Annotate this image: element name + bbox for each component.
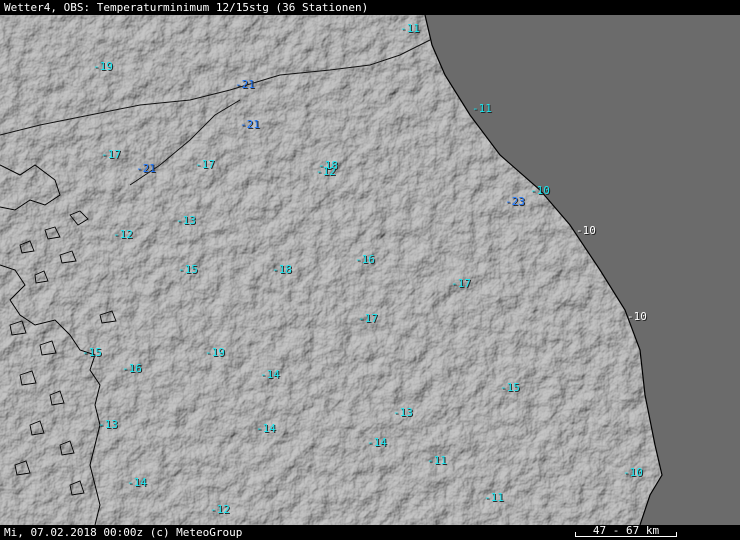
station-value: -17: [195, 158, 215, 171]
station-value: -12: [210, 503, 230, 516]
station-value: -10: [623, 466, 643, 479]
station-value: -16: [122, 362, 142, 375]
station-value: -14: [127, 476, 147, 489]
station-value: -23: [505, 195, 525, 208]
station-value: -10: [530, 184, 550, 197]
station-value: -13: [393, 406, 413, 419]
station-value: -14: [367, 436, 387, 449]
station-value: -13: [176, 214, 196, 227]
station-value: -14: [260, 368, 280, 381]
station-value: -19: [93, 60, 113, 73]
title-bar: Wetter4, OBS: Temperaturminimum 12/15stg…: [0, 0, 740, 15]
station-value: -10: [576, 224, 596, 237]
station-value: -13: [98, 418, 118, 431]
station-value: -11: [400, 22, 420, 35]
station-value: -21: [240, 118, 260, 131]
station-value: -17: [358, 312, 378, 325]
station-value: -19: [205, 346, 225, 359]
station-value: -11: [484, 491, 504, 504]
station-value: -15: [178, 263, 198, 276]
station-value: -15: [500, 381, 520, 394]
station-value: -21: [235, 78, 255, 91]
station-value: -12: [113, 228, 133, 241]
station-value: -21: [136, 162, 156, 175]
station-value: -15: [82, 346, 102, 359]
station-value: -16: [355, 253, 375, 266]
timestamp-copyright: Mi, 07.02.2018 00:00z (c) MeteoGroup: [4, 526, 243, 539]
scale-bar: 47 - 67 km: [575, 525, 677, 539]
station-value: -17: [451, 277, 471, 290]
station-value: -18: [272, 263, 292, 276]
station-value: -14: [256, 422, 276, 435]
footer-bar: Mi, 07.02.2018 00:00z (c) MeteoGroup 47 …: [0, 525, 740, 540]
station-value: -17: [101, 148, 121, 161]
station-value: -11: [472, 102, 492, 115]
station-value: -11: [427, 454, 447, 467]
map-frame: Wetter4, OBS: Temperaturminimum 12/15stg…: [0, 0, 740, 540]
station-value: -10: [627, 310, 647, 323]
station-value: -12: [316, 165, 336, 178]
